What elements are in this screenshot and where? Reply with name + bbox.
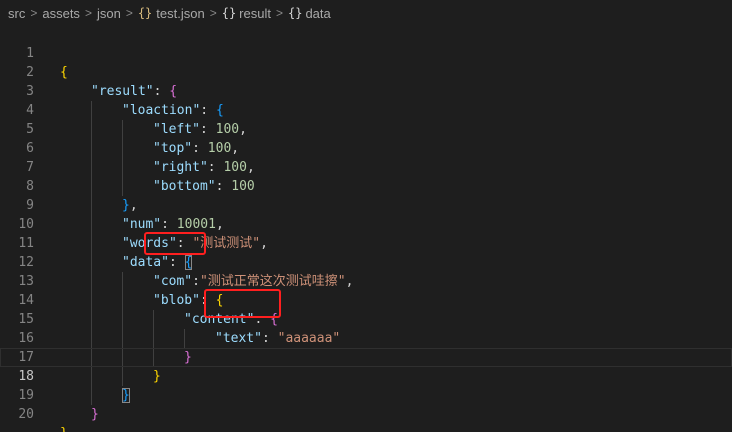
- code-line[interactable]: 6 "right": 100,: [0, 120, 732, 177]
- code-line[interactable]: 16 }: [0, 310, 732, 367]
- object-icon: {}: [287, 6, 303, 20]
- code-line[interactable]: 14 "content": {: [0, 272, 732, 329]
- line-number: 20: [18, 407, 34, 422]
- code-line[interactable]: 9 "num": 10001,: [0, 177, 732, 234]
- code-area[interactable]: 1 { 2 "result": { 3 "loaction": { 4 "lef…: [0, 25, 732, 432]
- code-line[interactable]: 2 "result": {: [0, 44, 732, 99]
- breadcrumb-src[interactable]: src: [8, 6, 25, 21]
- breadcrumb-json[interactable]: json: [97, 6, 121, 21]
- chevron-right-icon: >: [275, 6, 283, 20]
- brace: }: [60, 426, 68, 432]
- code-line[interactable]: 15 "text": "aaaaaa": [0, 291, 732, 348]
- chevron-right-icon: >: [84, 6, 92, 20]
- code-line[interactable]: 13 "blob": {: [0, 253, 732, 310]
- brace: }: [91, 407, 99, 422]
- code-editor[interactable]: src > assets > json > {} test.json > {} …: [0, 0, 732, 432]
- breadcrumb: src > assets > json > {} test.json > {} …: [0, 0, 732, 26]
- breadcrumb-assets[interactable]: assets: [42, 6, 80, 21]
- object-icon: {}: [221, 6, 237, 20]
- code-line[interactable]: 17 }: [0, 329, 732, 386]
- breadcrumb-result[interactable]: result: [239, 6, 271, 21]
- code-line[interactable]: 12 "com":"测试正常这次测试哇擦",: [0, 234, 732, 291]
- code-line[interactable]: 8 },: [0, 158, 732, 215]
- code-line[interactable]: 4 "left": 100,: [0, 82, 732, 139]
- breadcrumb-data[interactable]: data: [305, 6, 330, 21]
- chevron-right-icon: >: [30, 6, 38, 20]
- chevron-right-icon: >: [125, 6, 133, 20]
- chevron-right-icon: >: [209, 6, 217, 20]
- code-line[interactable]: 11 "data": {: [0, 215, 732, 272]
- code-line[interactable]: 19 }: [0, 367, 732, 422]
- breadcrumb-file[interactable]: test.json: [156, 6, 204, 21]
- code-line[interactable]: 10 "words": "测试测试",: [0, 196, 732, 253]
- code-line[interactable]: 5 "top": 100,: [0, 101, 732, 158]
- code-line[interactable]: 3 "loaction": {: [0, 63, 732, 120]
- code-line[interactable]: 7 "bottom": 100: [0, 139, 732, 196]
- code-line[interactable]: 20 }: [0, 386, 732, 432]
- json-file-icon: {}: [137, 6, 153, 20]
- code-line[interactable]: 1 {: [0, 25, 732, 80]
- code-line-current[interactable]: 18 }: [0, 348, 732, 405]
